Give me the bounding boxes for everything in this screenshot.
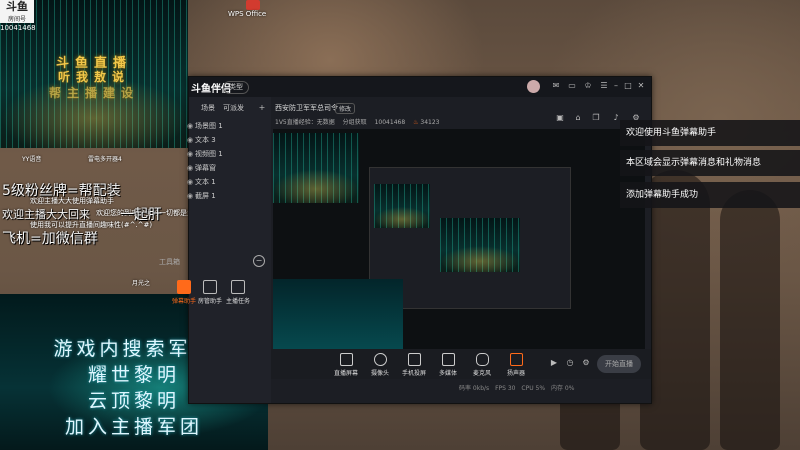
fans-label: 分组获取: [342, 119, 367, 126]
room-tag: 房间号: [0, 14, 34, 23]
assistant-message: 添加弹幕助手成功: [620, 182, 800, 208]
overlay-bottom-line: 加入主播军团: [64, 416, 203, 438]
timer-icon[interactable]: ◷: [565, 358, 575, 368]
task-icon: [231, 280, 245, 294]
chat-overlay: YY语音 雷电多开器4 5级粉丝牌=帮配装 欢迎主播大大使用弹幕助手 欢迎主播大…: [0, 148, 229, 294]
manager-icon: [203, 280, 217, 294]
fps: FPS 30: [495, 385, 516, 392]
assistant-message: 欢迎使用斗鱼弹幕助手: [620, 120, 800, 146]
multi-desktop-label: 雷电多开器4: [88, 156, 122, 163]
chat-small-line: 欢迎主播大大使用弹幕助手: [30, 197, 114, 205]
sidebar: 场景 可派发 + ◉ 场景图 1 ◉ 文本 3 ◉ 视频图 1 ◉ 弹幕窗 ◉ 文本 1 …: [159, 97, 271, 403]
camera-button[interactable]: 摄像头: [365, 353, 395, 377]
streamer-task-button[interactable]: 主播任务: [225, 280, 251, 305]
room-number: 10041468: [0, 24, 36, 32]
record-icon[interactable]: ▶: [549, 358, 559, 368]
avatar[interactable]: [527, 80, 540, 93]
cpu: CPU 5%: [521, 385, 546, 392]
eye-icon[interactable]: ◉: [187, 147, 195, 161]
copy-icon[interactable]: ❐: [591, 113, 601, 123]
assistant-message: 本区域会显示弹幕消息和礼物消息: [620, 150, 800, 176]
nested-overlay-art: [374, 184, 430, 228]
level-text: 1V5直播经验：无数据: [275, 119, 335, 126]
collapse-icon[interactable]: −: [253, 255, 265, 267]
wps-office-label: WPS Office: [228, 10, 267, 18]
scene-item[interactable]: ◉ 弹幕窗: [187, 161, 271, 175]
preview-bottom-overlay: [273, 279, 403, 349]
play-icon: [441, 353, 455, 366]
stats-bar: 1V5直播经验：无数据 分组获取 10041468 ♨ 34123: [275, 117, 439, 126]
lock-icon[interactable]: ⌂: [573, 113, 583, 123]
wps-icon: [246, 0, 260, 10]
eye-icon[interactable]: ◉: [187, 119, 195, 133]
memory: 内存 0%: [550, 385, 575, 392]
danmaku-icon: [177, 280, 191, 294]
viewer-label: 月光之: [132, 280, 151, 287]
flame-icon: ♨: [413, 119, 419, 126]
scene-item[interactable]: ◉ 文本 1: [187, 175, 271, 189]
preview-overlay-art: [273, 133, 359, 203]
microphone-icon: [475, 353, 489, 366]
add-icon[interactable]: +: [257, 103, 267, 113]
eye-icon[interactable]: ◉: [187, 161, 195, 175]
tab-scenes[interactable]: 场景: [201, 103, 215, 113]
eye-icon[interactable]: ◉: [187, 189, 195, 203]
multimedia-button[interactable]: 多媒体: [433, 353, 463, 377]
shadow-figure: [720, 190, 780, 450]
tab-distribute[interactable]: 可派发: [223, 103, 244, 113]
nested-overlay-art: [440, 218, 520, 272]
overlay-title-line: 听我敖说: [57, 70, 130, 84]
room-id: 10041468: [374, 119, 406, 126]
scene-item[interactable]: ◉ 截屏 1: [187, 189, 271, 203]
danmaku-assistant-button[interactable]: 弹幕助手: [171, 280, 197, 305]
heat-value: 34123: [420, 119, 440, 126]
message-icon[interactable]: ✉: [551, 81, 561, 91]
streaming-app-window: 斗鱼伴侣 类型 ✉ ▭ ♔ ☰ – □ ✕ 场景 可派发 + ◉ 场景图 1 ◉ 文…: [159, 76, 652, 404]
settings-icon[interactable]: ⚙: [581, 358, 591, 368]
camera-icon: [373, 353, 387, 366]
yy-desktop-label: YY语音: [22, 156, 42, 163]
bitrate: 码率 0kb/s: [459, 385, 490, 392]
bottom-toolbar: 直播屏幕 摄像头 手机投屏 多媒体 麦克风 扬声器 ▶ ◷ ⚙: [271, 349, 651, 379]
room-type-dropdown[interactable]: 类型: [223, 81, 249, 94]
room-manager-button[interactable]: 房管助手: [197, 280, 223, 305]
microphone-button[interactable]: 麦克风: [467, 353, 497, 377]
scene-item[interactable]: ◉ 文本 3: [187, 133, 271, 147]
edit-topic-button[interactable]: 修改: [335, 103, 356, 114]
eye-icon[interactable]: ◉: [187, 175, 195, 189]
cart-icon[interactable]: ▣: [555, 113, 565, 123]
stream-preview[interactable]: [273, 129, 645, 349]
close-icon[interactable]: ✕: [636, 81, 646, 91]
shirt-icon[interactable]: ♔: [583, 81, 593, 91]
screen-capture-icon: [339, 353, 353, 366]
status-bar: 码率 0kb/s FPS 30 CPU 5% 内存 0%: [271, 383, 651, 397]
maximize-icon[interactable]: □: [623, 81, 633, 91]
eye-icon[interactable]: ◉: [187, 133, 195, 147]
minimize-icon[interactable]: –: [611, 81, 621, 91]
speaker-icon: [509, 353, 523, 366]
screen-capture-button[interactable]: 直播屏幕: [331, 353, 361, 377]
stream-topic: 西安防卫军军总司令: [275, 104, 338, 112]
start-live-button[interactable]: 开始直播: [597, 355, 641, 373]
scene-item[interactable]: ◉ 场景图 1: [187, 119, 271, 133]
scene-item[interactable]: ◉ 视频图 1: [187, 147, 271, 161]
title-bar[interactable]: 斗鱼伴侣 类型 ✉ ▭ ♔ ☰ – □ ✕: [189, 77, 651, 97]
speaker-button[interactable]: 扬声器: [501, 353, 531, 377]
chat-big-line: 飞机=加微信群: [2, 231, 98, 247]
phone-cast-button[interactable]: 手机投屏: [399, 353, 429, 377]
screen-icon[interactable]: ▭: [567, 81, 577, 91]
overlay-title-line: 帮主播建设: [48, 86, 139, 100]
phone-cast-icon: [407, 353, 421, 366]
menu-icon[interactable]: ☰: [599, 81, 609, 91]
